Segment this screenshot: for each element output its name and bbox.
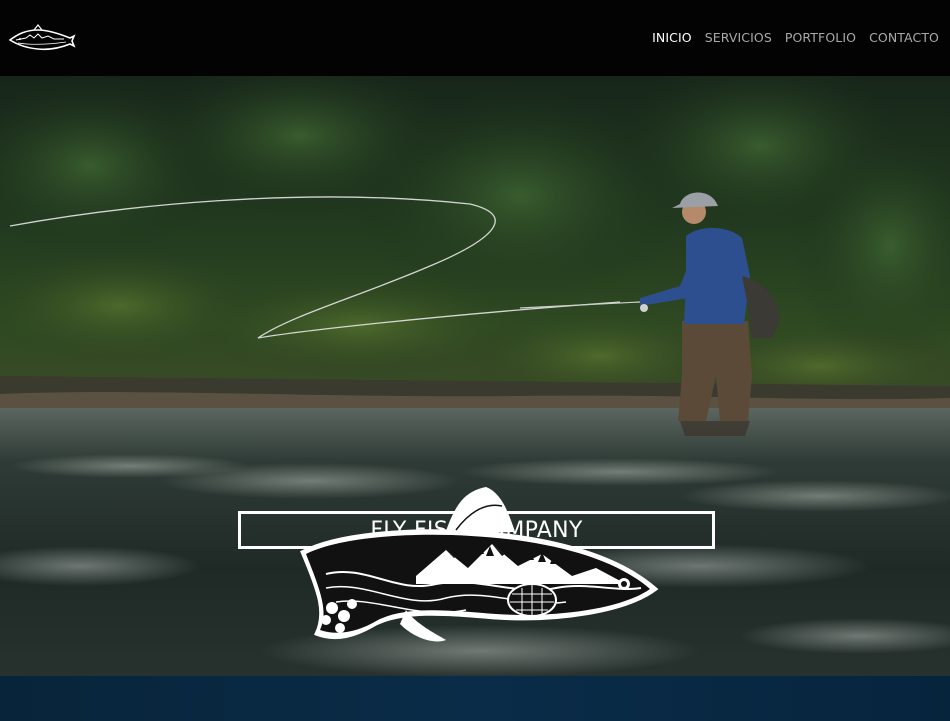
nav-contacto[interactable]: CONTACTO bbox=[869, 30, 939, 45]
site-header: INICIO SERVICIOS PORTFOLIO CONTACTO bbox=[0, 0, 950, 76]
next-section-band bbox=[0, 676, 950, 721]
main-nav: INICIO SERVICIOS PORTFOLIO CONTACTO bbox=[652, 30, 939, 45]
nav-portfolio[interactable]: PORTFOLIO bbox=[785, 30, 856, 45]
trout-emblem-icon bbox=[300, 486, 659, 642]
nav-inicio[interactable]: INICIO bbox=[652, 30, 692, 45]
nav-servicios[interactable]: SERVICIOS bbox=[705, 30, 772, 45]
trout-logo-icon[interactable] bbox=[8, 22, 76, 54]
